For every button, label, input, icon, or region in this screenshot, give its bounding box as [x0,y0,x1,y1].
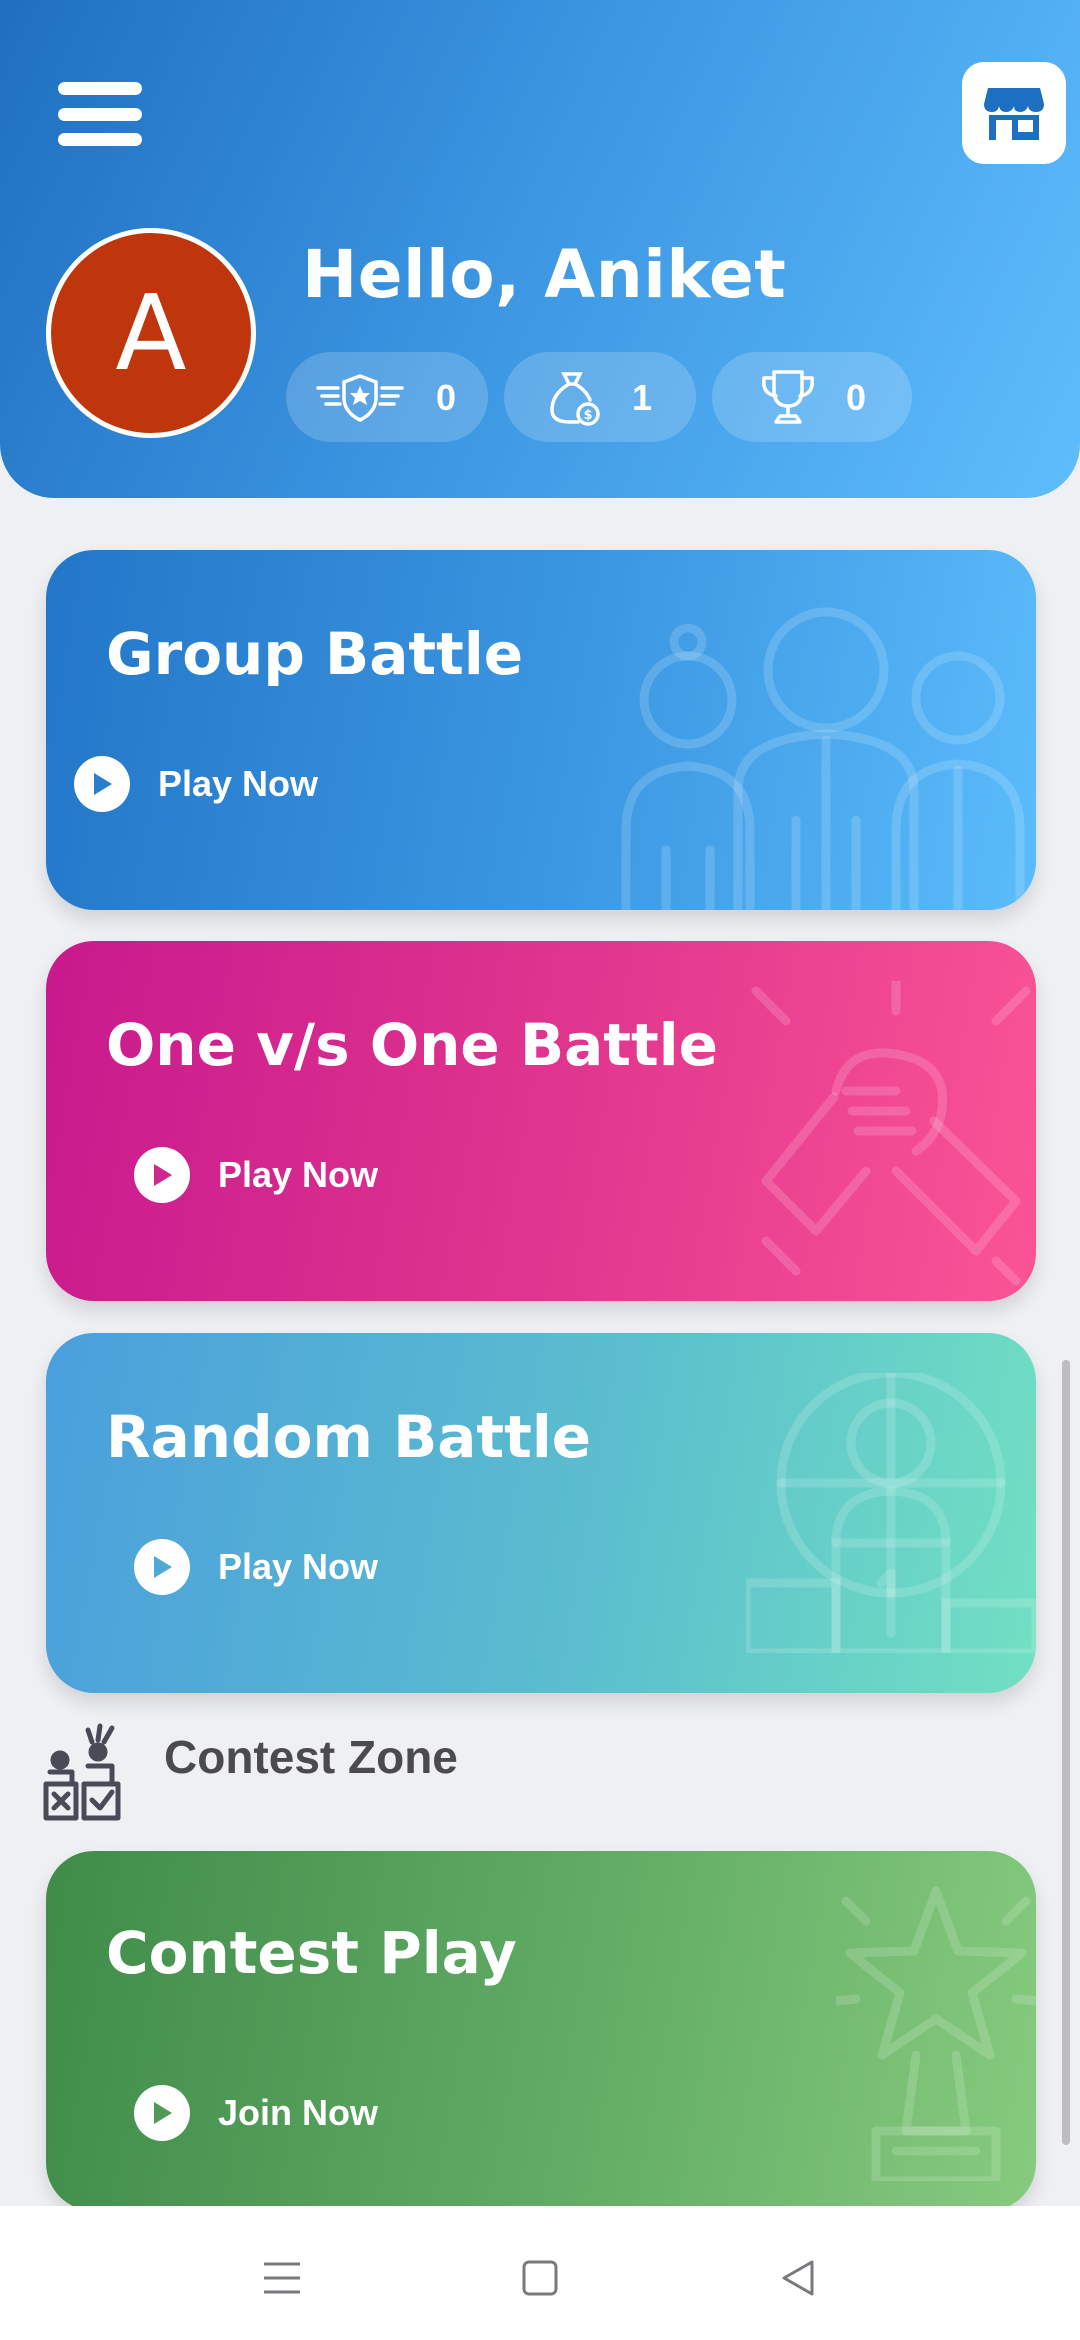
recent-apps-icon[interactable] [252,2248,312,2308]
globe-podium-winner-icon [746,1373,1036,1653]
random-battle-card[interactable]: Random Battle Play Now [46,1333,1036,1693]
group-battle-play-button[interactable]: Play Now [74,756,318,812]
scrollbar[interactable] [1062,1360,1070,2145]
avatar-letter: A [115,272,187,394]
random-battle-play-button[interactable]: Play Now [134,1539,378,1595]
play-now-label: Play Now [158,763,319,804]
stat-coins[interactable]: $ 1 [504,352,696,442]
store-button[interactable] [962,62,1066,164]
svg-text:$: $ [583,408,592,423]
star-trophy-icon [836,1886,1036,2181]
one-vs-one-battle-card[interactable]: One v/s One Battle Play Now [46,941,1036,1301]
group-battle-card[interactable]: Group Battle Play Now [46,550,1036,910]
stat-coins-value: 1 [632,377,653,418]
stat-trophies[interactable]: 0 [712,352,912,442]
one-vs-one-title: One v/s One Battle [106,1011,718,1079]
coin-bag-icon: $ [544,368,604,428]
contest-zone-icon [42,1722,122,1822]
group-people-icon [621,607,1025,910]
stat-badges-value: 0 [436,377,457,418]
winged-star-badge-icon [314,370,406,424]
handshake-arm-wrestle-icon [751,981,1031,1286]
contest-join-button[interactable]: Join Now [134,2085,378,2141]
system-navigation-bar [0,2206,1080,2340]
stat-badges[interactable]: 0 [286,352,488,442]
greeting-text: Hello, Aniket [302,236,787,313]
contest-play-title: Contest Play [106,1919,517,1987]
random-battle-title: Random Battle [106,1403,592,1471]
play-now-label: Play Now [218,1546,379,1587]
hamburger-menu-icon[interactable] [58,82,142,146]
back-triangle-icon[interactable] [768,2248,828,2308]
avatar[interactable]: A [46,228,256,438]
group-battle-title: Group Battle [106,620,524,688]
join-now-label: Join Now [218,2092,378,2133]
profile-header: A Hello, Aniket 0 $ 1 0 [0,0,1080,498]
play-icon [74,756,130,812]
play-icon [134,1147,190,1203]
stat-trophies-value: 0 [846,377,867,418]
home-square-icon[interactable] [510,2248,570,2308]
contest-zone-title: Contest Zone [164,1731,458,1783]
play-icon [134,2085,190,2141]
trophy-icon [756,366,820,428]
play-now-label: Play Now [218,1154,379,1195]
one-vs-one-play-button[interactable]: Play Now [134,1147,378,1203]
store-icon [984,88,1044,140]
contest-play-card[interactable]: Contest Play Join Now [46,1851,1036,2211]
play-icon [134,1539,190,1595]
